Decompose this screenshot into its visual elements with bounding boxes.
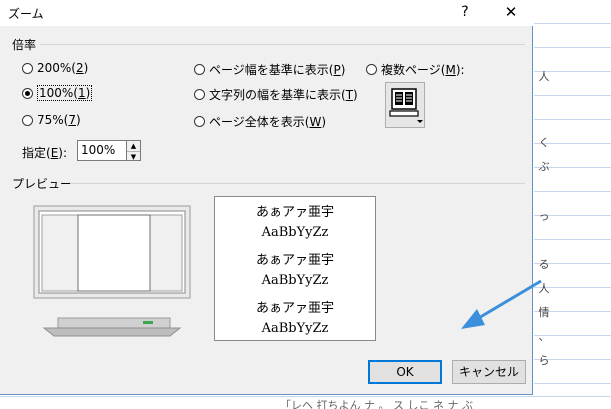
percent-label: 指定(E): xyxy=(22,146,68,160)
radio-circle xyxy=(22,62,33,74)
multipage-monitor-icon xyxy=(389,88,423,123)
radio-100-percent[interactable]: 100%(1) xyxy=(22,85,93,101)
zoom-dialog: ズーム ? ✕ 倍率 200%(2) 100%(1) 75%(7) ページ幅を基… xyxy=(0,0,533,395)
doc-bottom-text: 「レヘ 打ちよん ナ 。 ス しこ ネ ナ ぶ xyxy=(280,399,473,409)
doc-fragment: ら xyxy=(538,354,550,367)
zoom-group-label: 倍率 xyxy=(12,38,37,52)
radio-200-percent[interactable]: 200%(2) xyxy=(22,61,88,75)
blue-arrow-annotation-icon xyxy=(461,279,542,329)
radio-circle xyxy=(194,116,205,127)
cancel-button[interactable]: キャンセル xyxy=(452,360,526,384)
radio-multiple-pages[interactable]: 複数ページ(M): xyxy=(366,61,465,78)
zoom-group-divider xyxy=(40,44,525,45)
background-document-bottom: 「レヘ 打ちよん ナ 。 ス しこ ネ ナ ぶ xyxy=(0,396,611,409)
preview-line: あぁアァ亜宇 xyxy=(255,253,334,268)
radio-whole-page-label: ページ全体を表示(W) xyxy=(209,115,327,129)
radio-whole-page[interactable]: ページ全体を表示(W) xyxy=(194,113,326,130)
radio-200-percent-label: 200%(2) xyxy=(37,61,89,75)
doc-fragment: 人 xyxy=(538,70,550,83)
radio-multiple-pages-label: 複数ページ(M): xyxy=(381,63,465,77)
doc-fragment: く xyxy=(538,136,550,149)
monitor-preview-icon xyxy=(33,205,191,337)
radio-circle xyxy=(194,64,205,75)
radio-circle xyxy=(22,114,33,126)
percent-spinner[interactable]: ▲ ▼ xyxy=(127,140,141,161)
dialog-title: ズーム xyxy=(8,7,44,21)
background-document: 人 く ぶ っ る 人 情 、 ら xyxy=(534,0,611,408)
dialog-titlebar[interactable]: ズーム ? ✕ xyxy=(0,0,533,26)
doc-fragment: ぶ xyxy=(538,160,550,173)
doc-fragment: っ xyxy=(538,210,550,223)
preview-sample-box: あぁアァ亜宇 AaBbYyZz あぁアァ亜宇 AaBbYyZz あぁアァ亜宇 A… xyxy=(214,196,376,341)
multipage-select-button[interactable] xyxy=(385,82,425,128)
doc-fragment: る xyxy=(538,258,550,271)
preview-group-divider xyxy=(70,183,525,184)
preview-group-label: プレビュー xyxy=(12,177,73,191)
preview-line: AaBbYyZz xyxy=(261,225,329,240)
radio-page-width-label: ページ幅を基準に表示(P) xyxy=(209,63,346,77)
percent-input[interactable]: 100% xyxy=(77,140,127,161)
spinner-up-icon[interactable]: ▲ xyxy=(127,141,140,151)
preview-line: AaBbYyZz xyxy=(261,273,329,288)
preview-line: あぁアァ亜宇 xyxy=(255,301,334,316)
radio-circle-selected xyxy=(22,87,33,99)
close-button[interactable]: ✕ xyxy=(496,0,526,26)
radio-page-width[interactable]: ページ幅を基準に表示(P) xyxy=(194,61,345,78)
radio-100-percent-label: 100%(1) xyxy=(37,85,93,101)
radio-75-percent-label: 75%(7) xyxy=(37,113,81,127)
help-button[interactable]: ? xyxy=(450,0,480,26)
preview-line: AaBbYyZz xyxy=(261,321,329,336)
radio-text-width-label: 文字列の幅を基準に表示(T) xyxy=(209,88,358,102)
radio-text-width[interactable]: 文字列の幅を基準に表示(T) xyxy=(194,86,358,103)
preview-line: あぁアァ亜宇 xyxy=(255,205,334,220)
radio-75-percent[interactable]: 75%(7) xyxy=(22,113,81,127)
ok-button[interactable]: OK xyxy=(368,360,442,384)
spinner-down-icon[interactable]: ▼ xyxy=(127,151,140,162)
radio-circle xyxy=(366,64,377,75)
radio-circle xyxy=(194,89,205,100)
